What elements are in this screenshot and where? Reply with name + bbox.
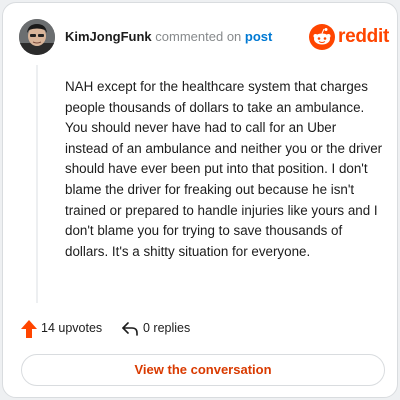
post-link[interactable]: post [245, 29, 272, 44]
reddit-brand[interactable]: reddit [309, 24, 389, 50]
brand-wordmark: reddit [338, 26, 389, 47]
username-link[interactable]: KimJongFunk [65, 29, 152, 44]
reply-arrow-icon[interactable] [121, 321, 139, 337]
byline-verb: commented on [155, 29, 242, 44]
comment-header: KimJongFunk commented on post reddit [19, 19, 389, 55]
view-conversation-button[interactable]: View the conversation [21, 354, 385, 386]
avatar[interactable] [19, 19, 55, 55]
upvote-count: 14 upvotes [41, 321, 103, 335]
thread-line [36, 65, 38, 303]
upvote-arrow-icon[interactable] [21, 320, 37, 338]
comment-actions: 14 upvotes 0 replies [21, 319, 381, 339]
comment-card: KimJongFunk commented on post reddit NAH… [2, 2, 398, 398]
comment-text: NAH except for the healthcare system tha… [65, 79, 383, 259]
reddit-logo-icon [309, 24, 335, 50]
reply-count: 0 replies [143, 321, 191, 335]
byline: KimJongFunk commented on post [65, 28, 272, 46]
